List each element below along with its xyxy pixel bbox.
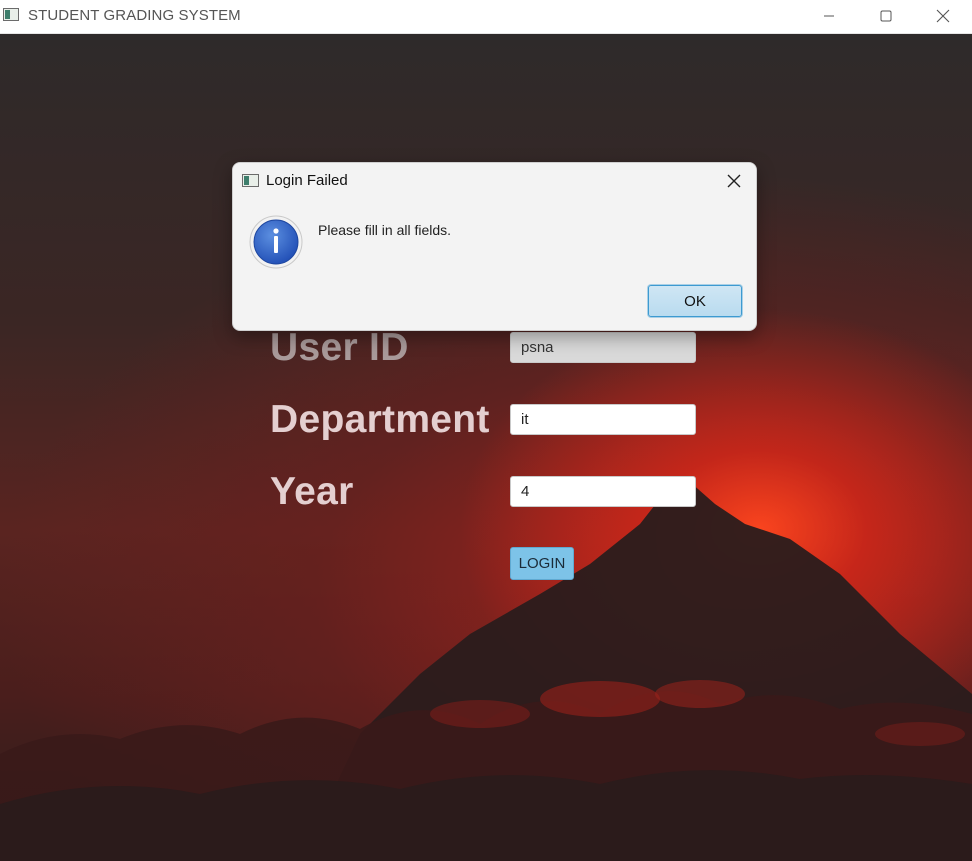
login-failed-dialog: Login Failed Please fill in all fields. … bbox=[232, 162, 757, 331]
app-window-icon bbox=[3, 8, 19, 21]
minimize-icon[interactable] bbox=[800, 0, 858, 32]
user-id-label: User ID bbox=[270, 326, 409, 369]
dialog-close-icon[interactable] bbox=[722, 169, 746, 193]
maximize-icon[interactable] bbox=[857, 0, 915, 32]
background-scene: User ID psna Department it Year 4 LOGIN bbox=[0, 34, 972, 861]
login-button[interactable]: LOGIN bbox=[510, 547, 574, 580]
volcano-silhouette bbox=[0, 482, 972, 861]
year-input[interactable]: 4 bbox=[510, 476, 696, 507]
ok-button[interactable]: OK bbox=[648, 285, 742, 317]
window-title: STUDENT GRADING SYSTEM bbox=[28, 7, 241, 24]
year-label: Year bbox=[270, 470, 354, 513]
department-label: Department bbox=[270, 398, 490, 441]
dialog-titlebar[interactable]: Login Failed bbox=[233, 163, 756, 199]
dialog-app-icon bbox=[242, 174, 259, 187]
window-titlebar[interactable]: STUDENT GRADING SYSTEM bbox=[0, 0, 972, 34]
info-icon bbox=[249, 215, 303, 269]
close-icon[interactable] bbox=[914, 0, 972, 32]
dialog-message: Please fill in all fields. bbox=[318, 222, 452, 238]
user-id-input[interactable]: psna bbox=[510, 332, 696, 363]
department-input[interactable]: it bbox=[510, 404, 696, 435]
dialog-title: Login Failed bbox=[266, 172, 348, 189]
